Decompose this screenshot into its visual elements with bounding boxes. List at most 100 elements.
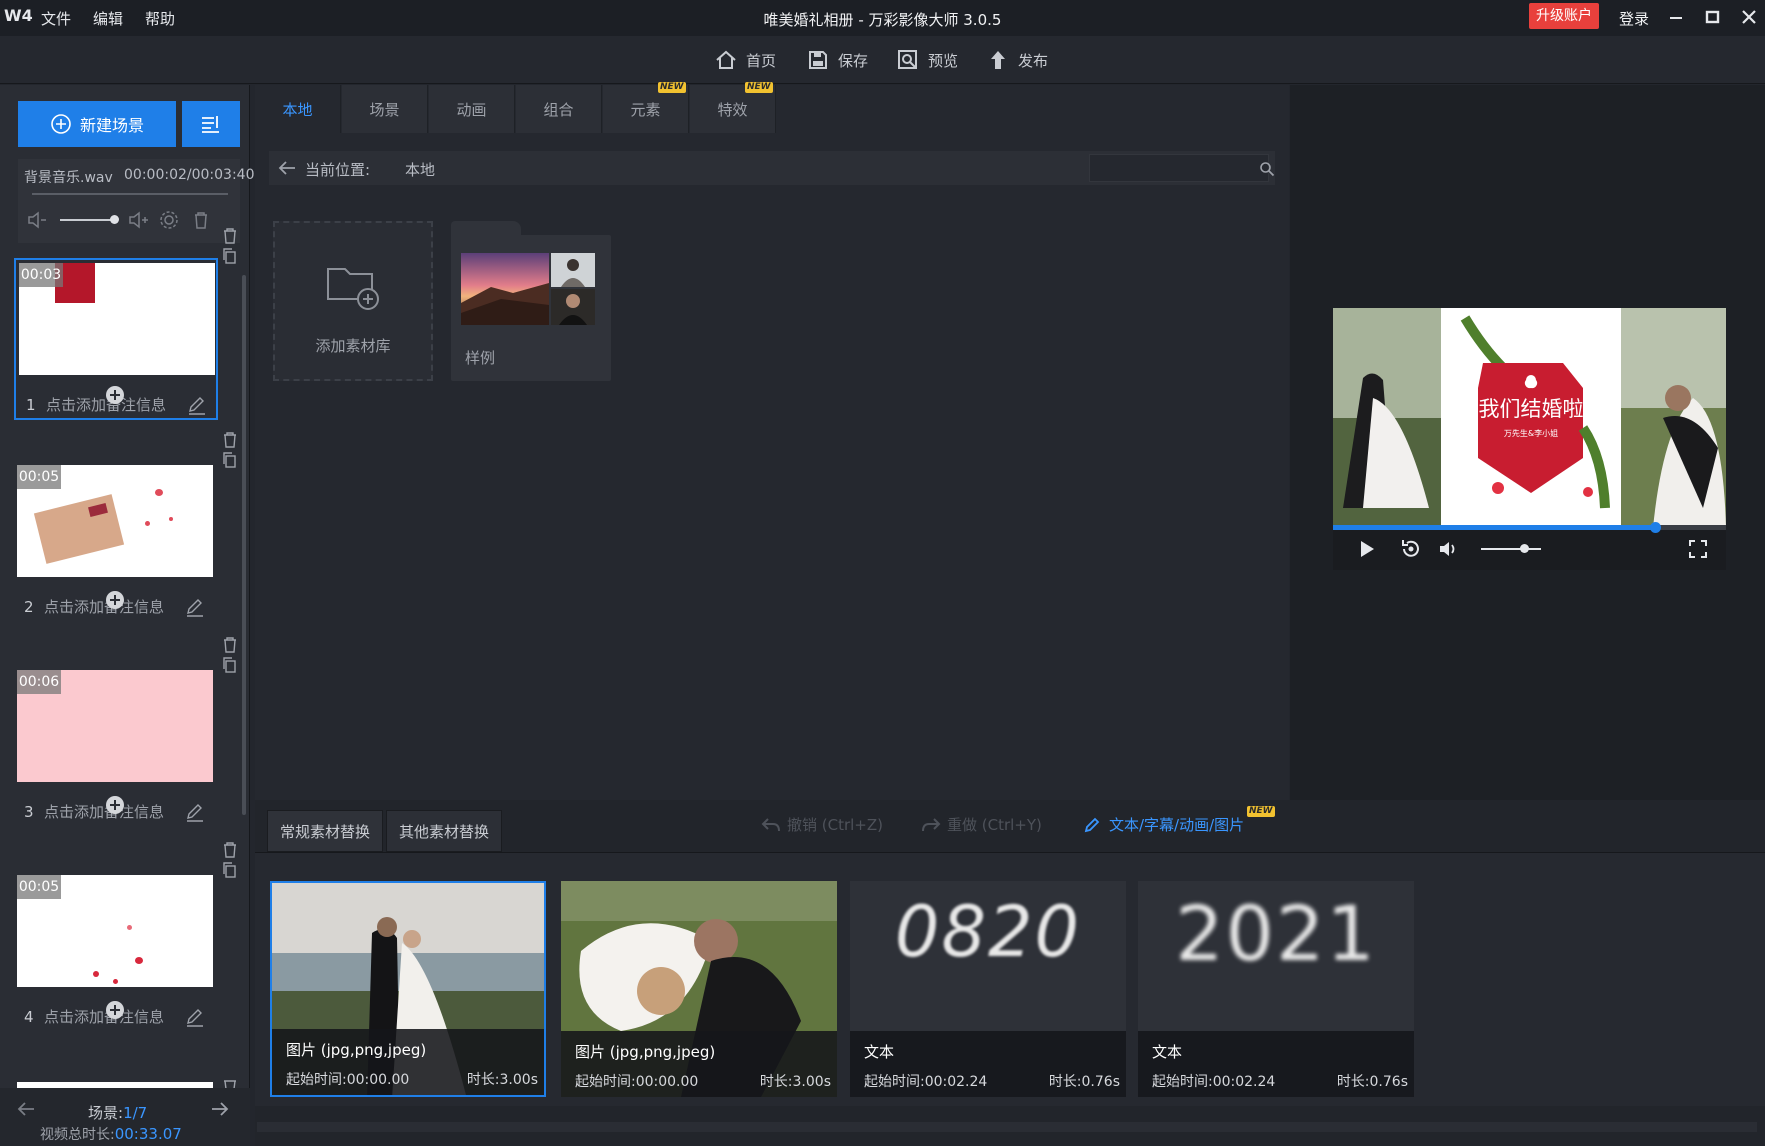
material-start-time: 起始时间:00:00.00 bbox=[286, 1072, 410, 1088]
trash-icon[interactable] bbox=[222, 227, 238, 245]
tab-regular-replace[interactable]: 常规素材替换 bbox=[267, 810, 383, 852]
material-start-time: 起始时间:00:02.24 bbox=[1152, 1074, 1276, 1090]
music-volume-slider[interactable] bbox=[60, 219, 114, 221]
text-subtitle-animation-image-link[interactable]: 文本/字幕/动画/图片 NEW bbox=[1083, 806, 1275, 835]
scene-index: 3 bbox=[24, 803, 34, 821]
sample-landscape-thumbnail bbox=[461, 253, 549, 325]
new-badge: NEW bbox=[658, 82, 686, 93]
menu-edit[interactable]: 编辑 bbox=[93, 8, 123, 29]
tab-scene[interactable]: 场景 bbox=[342, 85, 428, 133]
scene-note[interactable]: 点击添加备注信息 bbox=[44, 801, 164, 822]
login-button[interactable]: 登录 bbox=[1619, 8, 1649, 29]
menu-help[interactable]: 帮助 bbox=[145, 8, 175, 29]
music-volume-knob[interactable] bbox=[110, 215, 119, 224]
scene-counter: 场景:1/7 bbox=[88, 1104, 148, 1122]
new-badge: NEW bbox=[1247, 806, 1275, 817]
undo-button[interactable]: 撤销 (Ctrl+Z) bbox=[761, 814, 883, 835]
player-volume-knob[interactable] bbox=[1520, 544, 1530, 553]
player-progress-bar[interactable] bbox=[1333, 522, 1726, 533]
fullscreen-icon[interactable] bbox=[1687, 538, 1709, 560]
add-scene-icon[interactable] bbox=[105, 385, 125, 405]
home-icon bbox=[716, 50, 736, 69]
gear-icon[interactable] bbox=[156, 207, 182, 233]
scene-duration: 00:05 bbox=[17, 875, 61, 899]
tab-group[interactable]: 组合 bbox=[516, 85, 602, 133]
tab-elements[interactable]: 元素 NEW bbox=[603, 82, 689, 133]
back-arrow-icon[interactable] bbox=[277, 159, 297, 177]
scene-list-button[interactable] bbox=[182, 101, 240, 147]
edit-note-icon[interactable] bbox=[186, 394, 208, 416]
home-label: 首页 bbox=[746, 51, 777, 70]
music-progress-bar[interactable] bbox=[32, 193, 228, 195]
player-volume-slider[interactable] bbox=[1481, 548, 1541, 550]
tab-local[interactable]: 本地 bbox=[255, 85, 341, 133]
material-start-time: 起始时间:00:02.24 bbox=[864, 1074, 988, 1090]
scene-thumbnail: 00:03 bbox=[19, 263, 215, 375]
upgrade-account-button[interactable]: 升级账户 bbox=[1529, 3, 1599, 29]
tab-effects[interactable]: 特效 NEW bbox=[690, 82, 776, 133]
total-duration: 视频总时长:00:33.07 bbox=[40, 1125, 182, 1143]
trash-icon[interactable] bbox=[222, 431, 238, 449]
search-input[interactable] bbox=[1089, 154, 1269, 182]
volume-up-icon[interactable] bbox=[126, 207, 152, 233]
material-card-4[interactable]: 2021 文本 起始时间:00:02.24 时长:0.76s bbox=[1138, 881, 1414, 1097]
edit-note-icon[interactable] bbox=[184, 1006, 206, 1028]
save-button[interactable]: 保存 bbox=[806, 48, 868, 72]
home-button[interactable]: 首页 bbox=[714, 48, 776, 72]
sample-folder[interactable]: 样例 bbox=[451, 235, 611, 381]
sample-man-thumbnail bbox=[551, 289, 595, 325]
new-scene-label: 新建场景 bbox=[79, 116, 144, 135]
scene-note[interactable]: 点击添加备注信息 bbox=[44, 1006, 164, 1027]
scene-note[interactable]: 点击添加备注信息 bbox=[44, 596, 164, 617]
publish-icon bbox=[991, 51, 1005, 69]
new-scene-button[interactable]: 新建场景 bbox=[18, 101, 176, 147]
copy-icon[interactable] bbox=[222, 247, 238, 265]
add-scene-icon[interactable] bbox=[105, 795, 125, 815]
scene-thumbnail: 00:05 bbox=[17, 875, 213, 987]
trash-icon[interactable] bbox=[222, 636, 238, 654]
preview-label: 预览 bbox=[928, 51, 959, 70]
menu-file[interactable]: 文件 bbox=[41, 8, 71, 29]
app-logo: W4 bbox=[4, 6, 33, 25]
volume-down-icon[interactable] bbox=[24, 207, 50, 233]
tab-animation[interactable]: 动画 bbox=[429, 85, 515, 133]
replay-icon[interactable] bbox=[1399, 538, 1423, 560]
maximize-icon[interactable] bbox=[1700, 5, 1724, 29]
materials-horizontal-scrollbar[interactable] bbox=[257, 1122, 1757, 1132]
prev-scene-icon[interactable] bbox=[16, 1100, 36, 1118]
search-icon[interactable] bbox=[1259, 161, 1275, 177]
play-icon[interactable] bbox=[1357, 538, 1377, 560]
redo-button[interactable]: 重做 (Ctrl+Y) bbox=[921, 814, 1042, 835]
close-icon[interactable] bbox=[1737, 5, 1761, 29]
publish-button[interactable]: 发布 bbox=[986, 48, 1048, 72]
trash-icon[interactable] bbox=[222, 841, 238, 859]
material-card-3[interactable]: 0820 文本 起始时间:00:02.24 时长:0.76s bbox=[850, 881, 1126, 1097]
edit-note-icon[interactable] bbox=[184, 801, 206, 823]
preview-button[interactable]: 预览 bbox=[896, 48, 958, 72]
copy-icon[interactable] bbox=[222, 656, 238, 674]
copy-icon[interactable] bbox=[222, 861, 238, 879]
add-scene-icon[interactable] bbox=[105, 1000, 125, 1020]
material-info: 图片 (jpg,png,jpeg) 起始时间:00:00.00 时长:3.00s bbox=[561, 1031, 837, 1097]
material-replace-panel: 常规素材替换 其他素材替换 撤销 (Ctrl+Z) 重做 (Ctrl+Y) 文本… bbox=[255, 800, 1765, 1146]
scene-index: 1 bbox=[26, 396, 36, 414]
next-scene-icon[interactable] bbox=[210, 1100, 230, 1118]
preview-canvas[interactable]: 我们结婚啦 万先生&李小姐 bbox=[1333, 308, 1726, 528]
trash-icon[interactable] bbox=[188, 207, 214, 233]
title-bar: W4 文件 编辑 帮助 唯美婚礼相册 - 万彩影像大师 3.0.5 升级账户 登… bbox=[0, 0, 1765, 36]
add-scene-icon[interactable] bbox=[105, 590, 125, 610]
background-music-box: 背景音乐.wav 00:00:02/00:03:40 bbox=[18, 159, 254, 243]
scene-list-scrollbar[interactable] bbox=[242, 275, 246, 815]
tab-other-replace[interactable]: 其他素材替换 bbox=[386, 810, 502, 852]
add-library-button[interactable]: 添加素材库 bbox=[273, 221, 433, 381]
material-card-2[interactable]: 图片 (jpg,png,jpeg) 起始时间:00:00.00 时长:3.00s bbox=[561, 881, 837, 1097]
minimize-icon[interactable] bbox=[1664, 5, 1688, 29]
location-value[interactable]: 本地 bbox=[405, 159, 435, 180]
copy-icon[interactable] bbox=[222, 451, 238, 469]
material-card-1[interactable]: 图片 (jpg,png,jpeg) 起始时间:00:00.00 时长:3.00s bbox=[270, 881, 546, 1097]
material-type: 图片 (jpg,png,jpeg) bbox=[575, 1043, 716, 1061]
window-title: 唯美婚礼相册 - 万彩影像大师 3.0.5 bbox=[763, 11, 1002, 29]
material-info: 图片 (jpg,png,jpeg) 起始时间:00:00.00 时长:3.00s bbox=[272, 1029, 544, 1095]
edit-note-icon[interactable] bbox=[184, 596, 206, 618]
volume-icon[interactable] bbox=[1437, 538, 1459, 560]
